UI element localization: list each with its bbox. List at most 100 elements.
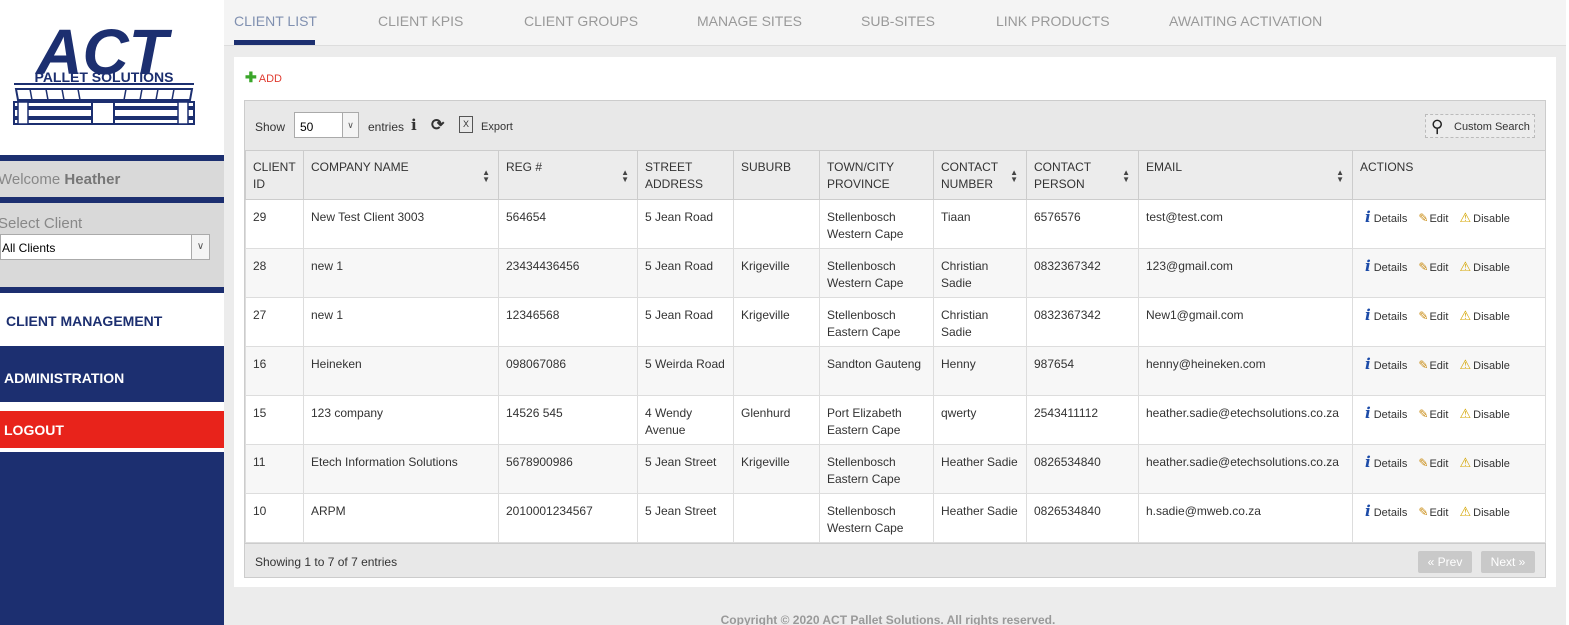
cell-suburb: Krigeville: [733, 248, 820, 298]
cell-town-province: Stellenbosch Western Cape: [819, 493, 934, 543]
edit-button[interactable]: ✎Edit: [1410, 505, 1448, 519]
disable-button[interactable]: ⚠ Disable: [1451, 357, 1509, 372]
page-size-select[interactable]: 50 ∨: [294, 112, 359, 138]
tab-bar: CLIENT LIST CLIENT KPIS CLIENT GROUPS MA…: [224, 0, 1569, 46]
tab-link-products[interactable]: LINK PRODUCTS: [996, 13, 1110, 29]
cell-town-province: Stellenbosch Eastern Cape: [819, 297, 934, 347]
details-button[interactable]: i Details: [1365, 503, 1407, 520]
cell-street-address: 5 Jean Road: [637, 199, 734, 249]
disable-button[interactable]: ⚠ Disable: [1451, 504, 1510, 519]
edit-button[interactable]: ✎Edit: [1410, 211, 1448, 225]
tab-manage-sites[interactable]: MANAGE SITES: [697, 13, 802, 29]
cell-actions: i Details ✎Edit ⚠ Disable: [1352, 346, 1546, 396]
details-button[interactable]: i Details: [1365, 307, 1407, 324]
cell-contact-person: 987654: [1026, 346, 1139, 396]
client-select-value: All Clients: [2, 241, 56, 255]
cell-email: New1@gmail.com: [1138, 297, 1353, 347]
logo[interactable]: ACT PALLET SOLUTIONS: [0, 0, 224, 155]
details-button[interactable]: i Details: [1365, 209, 1408, 226]
edit-button[interactable]: ✎Edit: [1410, 309, 1448, 323]
table-row: 29 New Test Client 3003 564654 5 Jean Ro…: [245, 199, 1546, 249]
client-select[interactable]: All Clients ∨: [0, 234, 210, 260]
chevron-down-icon: ∨: [342, 113, 358, 137]
table-header-row: CLIENT ID COMPANY NAME ▲ ▼ REG # ▲ ▼ STREET …: [245, 150, 1546, 200]
tab-sub-sites[interactable]: SUB-SITES: [861, 13, 935, 29]
disable-button[interactable]: ⚠ Disable: [1451, 406, 1510, 421]
cell-contact-person: 0832367342: [1026, 297, 1139, 347]
cell-street-address: 5 Jean Street: [637, 493, 734, 543]
disable-button[interactable]: ⚠ Disable: [1451, 455, 1509, 470]
nav-client-management[interactable]: CLIENT MANAGEMENT: [0, 293, 224, 346]
cell-client-id: 10: [245, 493, 304, 543]
column-header-label: COMPANY NAME: [311, 160, 409, 174]
cell-client-id: 27: [245, 297, 304, 347]
table-row: 16 Heineken 098067086 5 Weirda Road Sand…: [245, 346, 1546, 396]
cell-reg: 23434436456: [498, 248, 638, 298]
column-header[interactable]: REG # ▲ ▼: [498, 150, 638, 200]
disable-button[interactable]: ⚠ Disable: [1451, 210, 1509, 225]
content-panel: ✚ ADD Show 50 ∨ entries i ⟳ X Export ⚲ Cu…: [234, 57, 1556, 587]
tab-client-groups[interactable]: CLIENT GROUPS: [524, 13, 638, 29]
refresh-icon[interactable]: ⟳: [431, 115, 444, 135]
add-button[interactable]: ✚ ADD: [245, 69, 282, 86]
details-button[interactable]: i Details: [1365, 258, 1408, 275]
tab-awaiting-activation[interactable]: AWAITING ACTIVATION: [1169, 13, 1322, 29]
custom-search-button[interactable]: ⚲ Custom Search: [1425, 114, 1535, 138]
cell-email: h.sadie@mweb.co.za: [1138, 493, 1353, 543]
disable-button[interactable]: ⚠ Disable: [1451, 308, 1509, 323]
client-grid: Show 50 ∨ entries i ⟳ X Export ⚲ Custom …: [244, 100, 1546, 578]
details-button[interactable]: i Details: [1365, 454, 1407, 471]
cell-contact-person: 0826534840: [1026, 493, 1139, 543]
cell-client-id: 15: [245, 395, 304, 445]
disable-label: Disable: [1473, 409, 1510, 421]
grid-footer: Showing 1 to 7 of 7 entries « Prev Next …: [245, 543, 1545, 577]
edit-button[interactable]: ✎Edit: [1410, 456, 1448, 470]
details-button[interactable]: i Details: [1365, 356, 1407, 373]
details-label: Details: [1373, 213, 1408, 225]
edit-button[interactable]: ✎Edit: [1410, 407, 1448, 421]
cell-reg: 14526 545: [498, 395, 638, 445]
cell-contact-number: Heather Sadie: [933, 493, 1027, 543]
column-header[interactable]: CONTACT PERSON ▲ ▼: [1026, 150, 1139, 200]
cell-contact-number: Heather Sadie: [933, 444, 1027, 494]
column-header[interactable]: CLIENT ID: [245, 150, 304, 200]
search-icon: ⚲: [1431, 117, 1444, 136]
welcome-prefix: Welcome: [0, 171, 61, 188]
column-header[interactable]: EMAIL ▲ ▼: [1138, 150, 1353, 200]
cell-contact-person: 2543411112: [1026, 395, 1139, 445]
warning-icon: ⚠: [1459, 357, 1472, 372]
cell-suburb: Krigeville: [733, 297, 820, 347]
next-button[interactable]: Next »: [1481, 551, 1535, 573]
details-label: Details: [1373, 262, 1408, 274]
cell-email: 123@gmail.com: [1138, 248, 1353, 298]
info-icon[interactable]: i: [411, 116, 417, 134]
edit-button[interactable]: ✎Edit: [1410, 358, 1448, 372]
tab-client-list[interactable]: CLIENT LIST: [234, 13, 317, 29]
pencil-icon: ✎: [1418, 260, 1429, 274]
details-button[interactable]: i Details: [1365, 405, 1407, 422]
export-button[interactable]: Export: [481, 121, 513, 133]
edit-button[interactable]: ✎Edit: [1410, 260, 1448, 274]
column-header[interactable]: TOWN/CITY PROVINCE: [819, 150, 934, 200]
cell-contact-number: Christian Sadie: [933, 248, 1027, 298]
cell-company-name: ARPM: [303, 493, 499, 543]
prev-button[interactable]: « Prev: [1418, 551, 1472, 573]
nav-administration[interactable]: ADMINISTRATION: [0, 349, 224, 405]
cell-contact-person: 6576576: [1026, 199, 1139, 249]
cell-reg: 12346568: [498, 297, 638, 347]
column-header[interactable]: SUBURB: [733, 150, 820, 200]
disable-button[interactable]: ⚠ Disable: [1451, 259, 1509, 274]
excel-icon[interactable]: X: [459, 116, 473, 133]
column-header[interactable]: STREET ADDRESS: [637, 150, 734, 200]
cell-reg: 2010001234567: [498, 493, 638, 543]
warning-icon: ⚠: [1459, 259, 1472, 274]
cell-contact-number: Henny: [933, 346, 1027, 396]
column-header[interactable]: COMPANY NAME ▲ ▼: [303, 150, 499, 200]
nav-logout[interactable]: LOGOUT: [0, 411, 224, 448]
tab-client-kpis[interactable]: CLIENT KPIS: [378, 13, 463, 29]
disable-label: Disable: [1473, 507, 1510, 519]
column-header[interactable]: CONTACT NUMBER ▲ ▼: [933, 150, 1027, 200]
pencil-icon: ✎: [1418, 309, 1429, 323]
showing-summary: Showing 1 to 7 of 7 entries: [255, 555, 398, 569]
pencil-icon: ✎: [1418, 407, 1429, 421]
